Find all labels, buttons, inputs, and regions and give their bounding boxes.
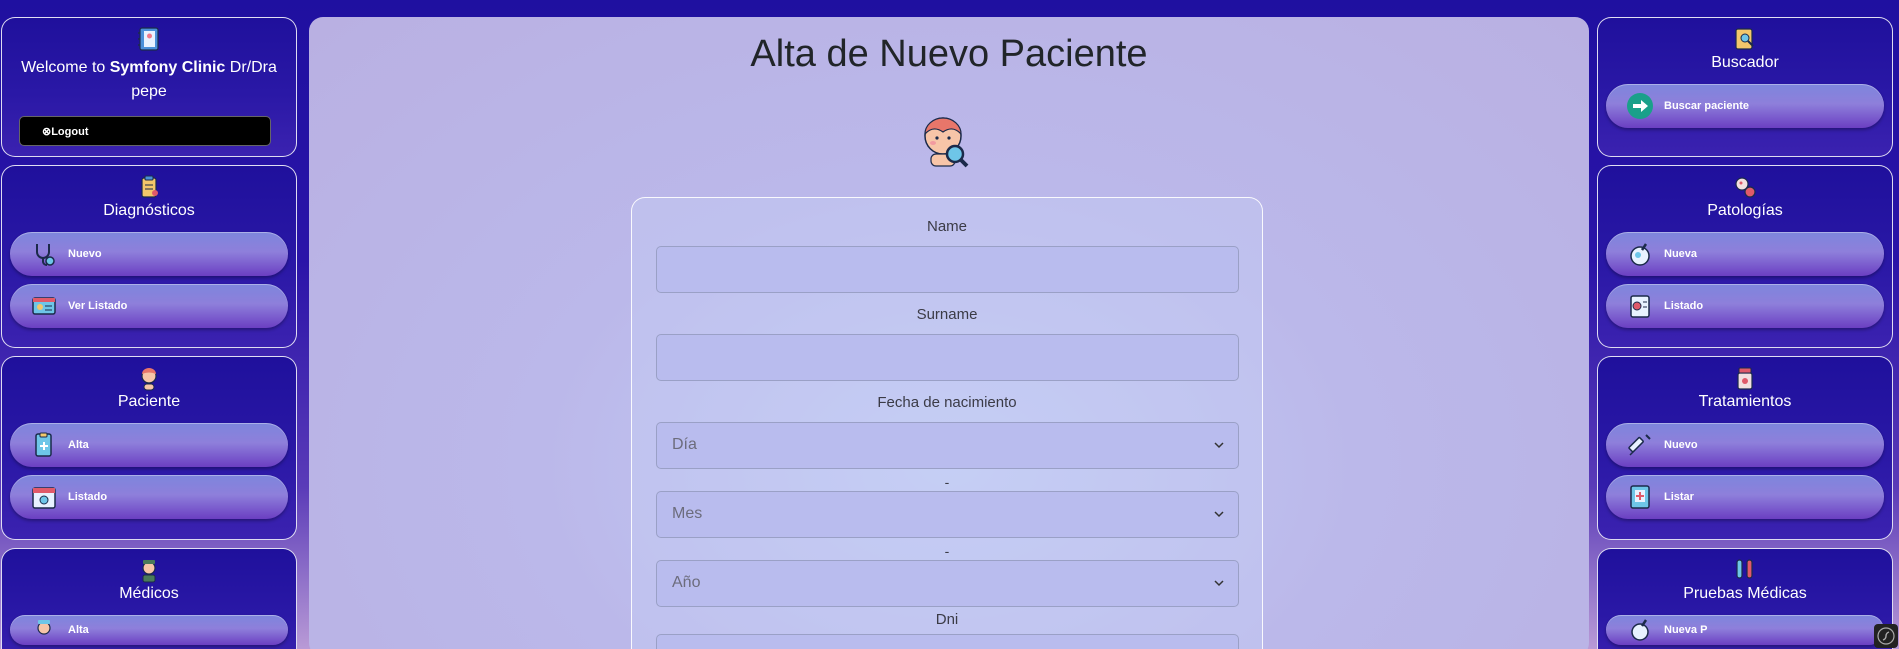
medicos-panel: Médicos Alta: [1, 548, 297, 649]
calendar-icon: [32, 487, 56, 509]
welcome-panel: Welcome to Symfony Clinic Dr/Dra pepe ⊗L…: [1, 17, 297, 157]
paciente-alta-button[interactable]: Alta: [10, 423, 288, 467]
tratamiento-nuevo-button[interactable]: Nuevo: [1606, 423, 1884, 467]
new-patient-form: Name Surname Fecha de nacimiento Día - M…: [631, 197, 1263, 649]
patient-avatar-icon: [924, 117, 969, 168]
welcome-suffix: Dr/Dra: [225, 59, 277, 76]
pruebas-title: Pruebas Médicas: [1683, 585, 1807, 602]
birthdate-label: Fecha de nacimiento: [877, 394, 1017, 411]
doctor-icon: [142, 560, 156, 583]
dni-input[interactable]: [656, 634, 1239, 649]
symfony-logo-icon: [1877, 627, 1895, 645]
microscope-icon: [1631, 619, 1649, 641]
month-select[interactable]: Mes: [656, 491, 1239, 538]
welcome-prefix: Welcome to: [21, 59, 110, 76]
day-select[interactable]: Día: [656, 422, 1239, 469]
dni-label: Dni: [935, 611, 959, 628]
welcome-text: Welcome to Symfony Clinic Dr/Dra pepe: [10, 54, 288, 104]
diagnosticos-panel: Diagnósticos Nuevo Ver Listado: [1, 165, 297, 348]
medicos-alta-button[interactable]: Alta: [10, 615, 288, 645]
tratamientos-panel: Tratamientos Nuevo Listar: [1597, 356, 1893, 540]
right-sidebar: Buscador Buscar paciente Patologías Nuev…: [1597, 17, 1893, 649]
tratamiento-listar-label: Listar: [1664, 491, 1694, 503]
stethoscope-icon: [36, 244, 55, 266]
surname-input[interactable]: [656, 334, 1239, 381]
buscar-paciente-label: Buscar paciente: [1664, 100, 1749, 112]
date-separator-2: -: [944, 543, 950, 559]
diagnostico-listado-label: Ver Listado: [68, 300, 128, 312]
name-input[interactable]: [656, 246, 1239, 293]
tratamientos-title: Tratamientos: [1698, 393, 1792, 410]
microscope-icon: [1630, 243, 1650, 266]
treatment-book-icon: [1630, 485, 1650, 509]
buscar-paciente-button[interactable]: Buscar paciente: [1606, 84, 1884, 128]
user-name: pepe: [131, 83, 167, 100]
chevron-down-icon: [1214, 511, 1224, 518]
report-icon: [1630, 295, 1650, 318]
year-select[interactable]: Año: [656, 560, 1239, 607]
patient-icon: [141, 368, 157, 391]
paciente-listado-button[interactable]: Listado: [10, 475, 288, 519]
chevron-down-icon: [1214, 442, 1224, 449]
patologia-nueva-button[interactable]: Nueva: [1606, 232, 1884, 276]
day-placeholder: Día: [672, 436, 697, 453]
medicine-jar-icon: [1737, 367, 1753, 390]
test-tubes-icon: [1736, 559, 1753, 579]
prueba-nueva-button[interactable]: Nueva P: [1606, 615, 1884, 645]
patient-form-icon: [35, 432, 52, 457]
doctor-add-icon: [37, 620, 51, 635]
tratamiento-nuevo-label: Nuevo: [1664, 439, 1698, 451]
patologias-panel: Patologías Nueva Listado: [1597, 165, 1893, 348]
pruebas-panel: Pruebas Médicas Nueva P: [1597, 548, 1893, 649]
left-sidebar: Welcome to Symfony Clinic Dr/Dra pepe ⊗L…: [1, 17, 297, 649]
paciente-alta-label: Alta: [68, 439, 89, 451]
main-content: Alta de Nuevo Paciente Name Surname Fech…: [309, 17, 1589, 649]
medicos-alta-label: Alta: [68, 624, 89, 636]
medicos-title: Médicos: [119, 585, 179, 602]
notebook-icon: [138, 27, 159, 51]
paciente-title: Paciente: [117, 393, 181, 410]
month-placeholder: Mes: [672, 505, 703, 522]
name-label: Name: [926, 218, 967, 235]
page-title: Alta de Nuevo Paciente: [750, 33, 1148, 75]
logout-button[interactable]: ⊗Logout: [19, 116, 271, 146]
patologia-nueva-label: Nueva: [1664, 248, 1698, 260]
id-card-icon: [32, 297, 56, 315]
tratamiento-listar-button[interactable]: Listar: [1606, 475, 1884, 519]
paciente-panel: Paciente Alta Listado: [1, 356, 297, 540]
syringe-icon: [1628, 434, 1651, 456]
paciente-listado-label: Listado: [68, 491, 108, 503]
patologia-listado-button[interactable]: Listado: [1606, 284, 1884, 328]
buscador-panel: Buscador Buscar paciente: [1597, 17, 1893, 157]
year-placeholder: Año: [672, 574, 701, 591]
chevron-down-icon: [1214, 580, 1224, 587]
arrow-right-icon: [1627, 93, 1653, 119]
diagnostico-nuevo-button[interactable]: Nuevo: [10, 232, 288, 276]
clipboard-icon: [141, 175, 158, 198]
diagnostico-nuevo-label: Nuevo: [68, 248, 102, 260]
date-separator-1: -: [944, 474, 950, 490]
diagnosticos-title: Diagnósticos: [103, 202, 195, 219]
buscador-title: Buscador: [1711, 54, 1779, 71]
prueba-nueva-label: Nueva P: [1664, 624, 1708, 636]
patologias-title: Patologías: [1707, 202, 1783, 219]
search-book-icon: [1735, 28, 1754, 50]
virus-icon: [1735, 177, 1756, 198]
surname-label: Surname: [916, 306, 978, 323]
diagnostico-listado-button[interactable]: Ver Listado: [10, 284, 288, 328]
brand-name: Symfony Clinic: [109, 59, 226, 76]
patologia-listado-label: Listado: [1664, 300, 1704, 312]
symfony-toolbar-toggle[interactable]: [1874, 624, 1898, 648]
